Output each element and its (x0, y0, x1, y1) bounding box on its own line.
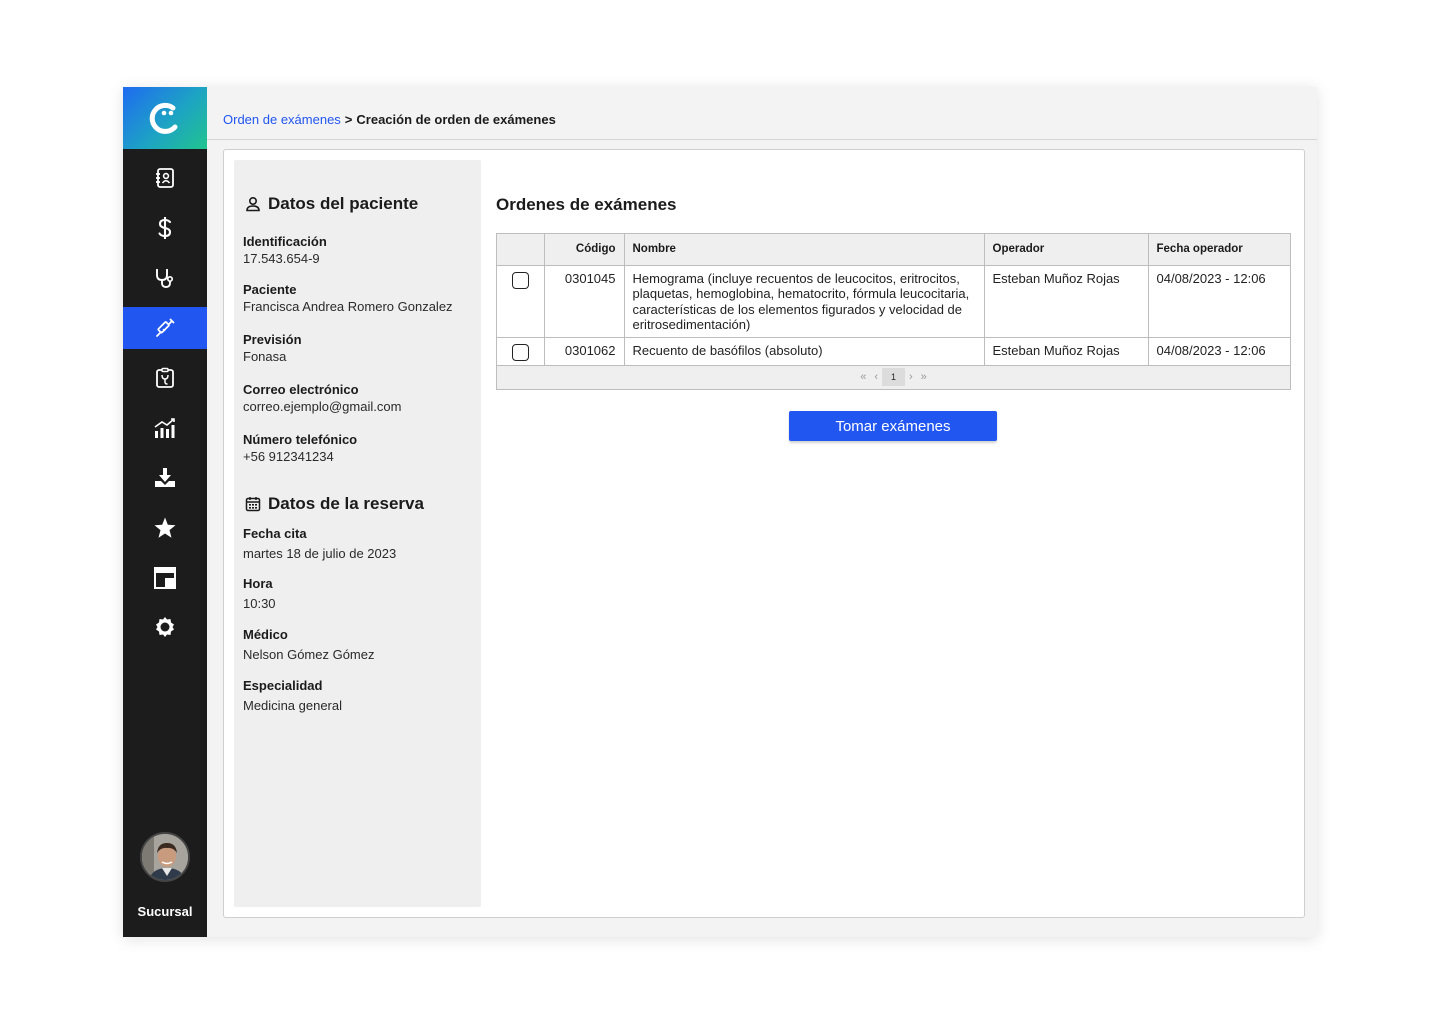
table-header-row: Código Nombre Operador Fecha operador (497, 234, 1290, 266)
reservation-section-label: Datos de la reserva (268, 494, 424, 513)
column-header-select (497, 234, 545, 266)
table-row: 0301045 Hemograma (incluye recuentos de … (497, 265, 1290, 338)
cell-operator: Esteban Muñoz Rojas (984, 337, 1149, 366)
field-label: Hora (243, 576, 273, 591)
pagination-current-page[interactable]: 1 (881, 368, 905, 386)
field-appointment-date: Fecha cita martes 18 de julio de 2023 (243, 526, 478, 562)
dollar-icon (158, 217, 172, 239)
field-label: Médico (243, 627, 288, 642)
sidebar-item-settings[interactable] (123, 606, 207, 648)
analytics-icon (154, 418, 175, 438)
field-insurance: Previsión Fonasa (243, 332, 478, 365)
field-label: Fecha cita (243, 526, 307, 541)
field-value: 17.543.654-9 (243, 251, 320, 266)
cell-name: Recuento de basófilos (absoluto) (624, 337, 985, 366)
logo-icon (149, 102, 178, 134)
windows-icon (154, 567, 176, 589)
patient-section-label: Datos del paciente (268, 194, 419, 213)
field-phone: Número telefónico +56 912341234 (243, 432, 478, 465)
main-card: Datos del paciente Identificación 17.543… (223, 149, 1305, 918)
pagination: « ‹ 1 › » (497, 365, 1290, 389)
column-header-operator-date: Fecha operador (1148, 234, 1290, 266)
column-header-operator: Operador (984, 234, 1149, 266)
field-value: correo.ejemplo@gmail.com (243, 399, 402, 414)
cell-operator: Esteban Muñoz Rojas (984, 265, 1149, 338)
sidebar: Sucursal (123, 87, 207, 937)
breadcrumb-separator: > (344, 112, 353, 127)
pagination-last-button[interactable]: » (917, 371, 931, 383)
stethoscope-icon (156, 269, 174, 288)
field-email: Correo electrónico correo.ejemplo@gmail.… (243, 382, 478, 415)
breadcrumb-link-exam-orders[interactable]: Orden de exámenes (223, 112, 341, 127)
sidebar-item-billing[interactable] (123, 207, 207, 249)
field-value: martes 18 de julio de 2023 (243, 546, 397, 561)
patient-panel: Datos del paciente Identificación 17.543… (234, 160, 481, 907)
cell-operator-date: 04/08/2023 - 12:06 (1148, 337, 1290, 366)
field-value: 10:30 (243, 596, 276, 611)
syringe-icon (156, 318, 175, 337)
breadcrumb-current: Creación de orden de exámenes (356, 112, 556, 127)
field-identification: Identificación 17.543.654-9 (243, 234, 478, 267)
sidebar-item-modules[interactable] (123, 557, 207, 599)
user-photo-icon (142, 834, 188, 880)
row-select-cell (497, 337, 545, 366)
field-value: Nelson Gómez Gómez (243, 647, 375, 662)
app-logo[interactable] (123, 87, 207, 149)
field-value: Medicina general (243, 698, 343, 713)
field-value: +56 912341234 (243, 449, 334, 464)
row-checkbox[interactable] (511, 271, 529, 289)
breadcrumb: Orden de exámenes > Creación de orden de e… (223, 112, 556, 127)
field-doctor: Médico Nelson Gómez Gómez (243, 627, 478, 663)
pagination-first-button[interactable]: « (856, 371, 870, 383)
field-value: Fonasa (243, 349, 287, 364)
settings-gear-icon (156, 617, 174, 637)
user-avatar[interactable] (140, 832, 190, 882)
patient-section-title: Datos del paciente (245, 194, 418, 214)
field-label: Previsión (243, 332, 302, 347)
sidebar-item-downloads[interactable] (123, 457, 207, 499)
lab-report-icon (156, 367, 174, 388)
pagination-prev-button[interactable]: ‹ (870, 371, 882, 383)
app-window: Sucursal Orden de exámenes > Creación de o… (123, 87, 1317, 937)
sidebar-item-favorites[interactable] (123, 507, 207, 549)
download-icon (155, 468, 175, 487)
topbar: Orden de exámenes > Creación de orden de e… (207, 87, 1317, 140)
field-label: Número telefónico (243, 432, 358, 447)
user-icon (246, 196, 260, 212)
cell-code: 0301062 (544, 337, 625, 366)
pagination-next-button[interactable]: › (905, 371, 917, 383)
take-exams-button[interactable]: Tomar exámenes (789, 411, 997, 441)
cell-code: 0301045 (544, 265, 625, 338)
branch-label[interactable]: Sucursal (123, 904, 207, 919)
table-row: 0301062 Recuento de basófilos (absoluto)… (497, 337, 1290, 366)
column-header-code: Código (544, 234, 625, 266)
star-icon (154, 517, 176, 538)
field-time: Hora 10:30 (243, 576, 478, 612)
sidebar-item-reports[interactable] (123, 407, 207, 449)
field-label: Especialidad (243, 678, 323, 693)
field-label: Correo electrónico (243, 382, 359, 397)
row-select-cell (497, 265, 545, 338)
field-label: Identificación (243, 234, 327, 249)
calendar-icon (245, 497, 261, 512)
row-checkbox[interactable] (511, 343, 529, 361)
field-patient-name: Paciente Francisca Andrea Romero Gonzale… (243, 282, 478, 315)
field-label: Paciente (243, 282, 297, 297)
contacts-book-icon (156, 168, 174, 188)
column-header-name: Nombre (624, 234, 985, 266)
sidebar-item-exams[interactable] (123, 307, 207, 349)
cell-operator-date: 04/08/2023 - 12:06 (1148, 265, 1290, 338)
cell-name: Hemograma (incluye recuentos de leucocit… (624, 265, 985, 338)
sidebar-item-consultations[interactable] (123, 257, 207, 299)
orders-title: Ordenes de exámenes (496, 195, 677, 214)
sidebar-item-lab-results[interactable] (123, 357, 207, 399)
field-value: Francisca Andrea Romero Gonzalez (243, 299, 453, 314)
sidebar-item-contacts[interactable] (123, 157, 207, 199)
orders-table: Código Nombre Operador Fecha operador 03… (496, 233, 1291, 390)
reservation-section-title: Datos de la reserva (245, 494, 424, 514)
field-specialty: Especialidad Medicina general (243, 678, 478, 714)
